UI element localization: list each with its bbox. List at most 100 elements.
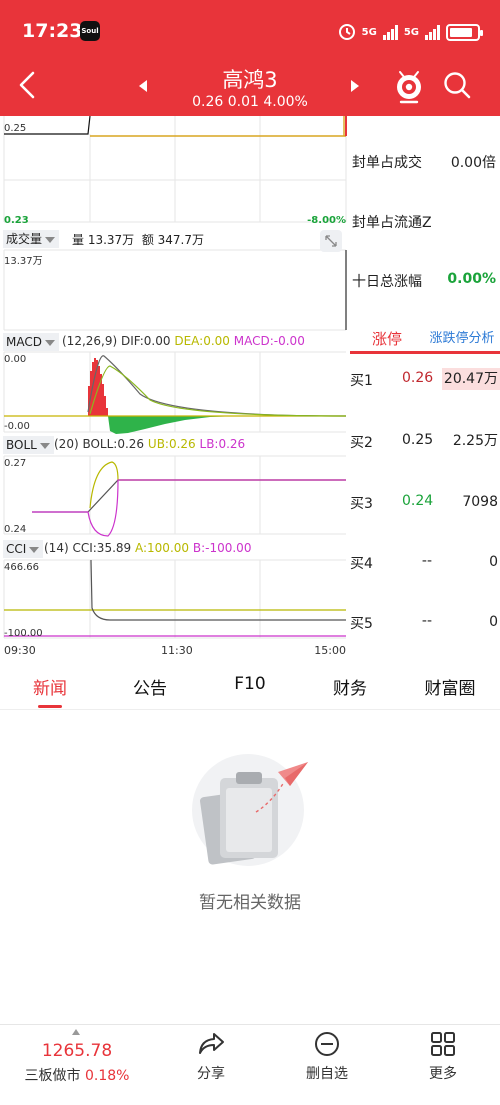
more-button[interactable]: 更多 — [398, 1031, 488, 1083]
cci-a: A:100.00 — [135, 541, 190, 555]
cci-values: (14) CCI:35.89 A:100.00 B:-100.00 — [44, 541, 251, 555]
tab-announcements[interactable]: 公告 — [100, 674, 200, 699]
next-stock-icon[interactable] — [348, 78, 362, 94]
boll-value: BOLL:0.26 — [82, 437, 145, 451]
macd-indicator-selector[interactable]: MACD — [3, 333, 59, 351]
share-icon — [199, 1033, 224, 1054]
cci-indicator-selector[interactable]: CCI — [3, 540, 44, 558]
bid-row[interactable]: 买1 0.26 20.47万 — [350, 368, 500, 390]
price-panel — [3, 116, 347, 223]
seal-vs-volume-row: 封单占成交 0.00倍 — [352, 152, 496, 172]
bid-label: 买3 — [350, 496, 373, 512]
bid-price: 0.25 — [402, 432, 434, 448]
bid-volume: 0 — [489, 614, 498, 630]
cci-b: B:-100.00 — [192, 541, 252, 555]
boll-panel — [3, 455, 346, 535]
robot-assistant-icon[interactable] — [392, 68, 426, 104]
seal-vs-float-row: 封单占流通Z — [352, 212, 496, 232]
bid-price: 0.26 — [402, 370, 434, 386]
stock-quote: 0.26 0.01 4.00% — [192, 94, 308, 110]
more-label: 更多 — [429, 1066, 457, 1082]
bid-row[interactable]: 买2 0.25 2.25万 — [350, 430, 500, 452]
price-y-bottom: 0.23 — [4, 215, 29, 226]
bid-row[interactable]: 买4 -- 0 — [350, 551, 500, 573]
tab-wealth-circle[interactable]: 财富圈 — [400, 674, 500, 699]
bid-row[interactable]: 买3 0.24 7098 — [350, 491, 500, 513]
stock-title: 高鸿3 — [222, 68, 278, 92]
bid-price: 0.24 — [402, 493, 434, 509]
dea-line — [89, 365, 347, 417]
cci-y-bottom: -100.00 — [4, 628, 43, 639]
dropdown-icon — [45, 236, 56, 243]
bid-volume: 2.25万 — [452, 433, 498, 449]
macd-dea: DEA:0.00 — [174, 334, 230, 348]
cci-line — [90, 559, 346, 621]
tab-f10[interactable]: F10 — [200, 674, 300, 694]
volume-y-top: 13.37万 — [4, 256, 43, 267]
cci-value: CCI:35.89 — [72, 541, 132, 555]
soul-app-icon: Soul — [80, 21, 100, 41]
price-y-top: 0.25 — [4, 123, 27, 134]
ten-day-gain-row: 十日总涨幅 0.00% — [352, 271, 496, 291]
macd-y-bottom: -0.00 — [4, 421, 30, 432]
status-time: 17:23 — [22, 20, 83, 42]
volume-amount: 额 347.7万 — [141, 233, 204, 247]
network-5g-label: 5G — [361, 26, 377, 38]
volume-indicator-selector[interactable]: 成交量 — [3, 230, 60, 248]
cci-params: (14) — [44, 541, 69, 555]
time-tick-mid: 11:30 — [161, 644, 193, 657]
boll-ub-line — [89, 461, 346, 509]
top-header: 17:23 Soul 5G 5G 高鸿3 0.26 0.01 4.00% — [0, 0, 500, 116]
boll-ub: UB:0.26 — [147, 437, 196, 451]
bid-label: 买4 — [350, 556, 373, 572]
remove-circle-icon — [315, 1032, 339, 1056]
boll-name: BOLL — [6, 438, 37, 452]
macd-params: (12,26,9) — [62, 334, 118, 348]
seal-vs-volume-label: 封单占成交 — [352, 155, 422, 171]
boll-values: (20) BOLL:0.26 UB:0.26 LB:0.26 — [54, 437, 245, 451]
index-expand-arrow-icon[interactable] — [72, 1029, 80, 1035]
alarm-icon — [338, 24, 355, 40]
volume-values: 量 13.37万 额 347.7万 — [72, 231, 204, 248]
bid-volume: 7098 — [462, 494, 498, 510]
content-tabs: 新闻 公告 F10 财务 财富圈 — [0, 664, 500, 710]
boll-lb: LB:0.26 — [199, 437, 246, 451]
index-info[interactable]: 三板做市 0.18% — [0, 1065, 154, 1085]
time-tick-open: 09:30 — [4, 644, 36, 657]
macd-green-histogram — [108, 416, 240, 434]
index-value[interactable]: 1265.78 — [0, 1041, 154, 1061]
bid-label: 买2 — [350, 435, 373, 451]
status-icons: 5G 5G — [338, 20, 483, 44]
search-icon[interactable] — [442, 70, 472, 100]
tab-finance[interactable]: 财务 — [300, 674, 400, 699]
tab-news[interactable]: 新闻 — [0, 674, 100, 699]
share-button[interactable]: 分享 — [166, 1031, 256, 1083]
dif-line — [87, 355, 347, 417]
macd-name: MACD — [6, 335, 42, 349]
signal-icon-2 — [425, 24, 440, 40]
chart-canvas — [3, 116, 347, 639]
boll-indicator-selector[interactable]: BOLL — [3, 436, 54, 454]
bid-row[interactable]: 买5 -- 0 — [350, 611, 500, 633]
cci-panel — [3, 559, 346, 639]
signal-icon — [382, 24, 398, 40]
boll-y-bottom: 0.24 — [4, 524, 27, 535]
battery-icon — [446, 23, 483, 41]
tab-limit-analysis[interactable]: 涨跌停分析 — [424, 328, 500, 354]
bid-price: -- — [421, 613, 432, 629]
intraday-chart-area[interactable]: 0.25 0.23 -8.00% 成交量 量 13.37万 额 347.7万 1… — [0, 116, 348, 660]
bid-volume: 20.47万 — [441, 368, 500, 390]
tab-limit-up[interactable]: 涨停 — [350, 328, 424, 354]
macd-y-top: 0.00 — [4, 354, 27, 365]
prev-stock-icon[interactable] — [136, 78, 150, 94]
bottom-bar: 1265.78 三板做市 0.18% 分享 删自选 更多 — [0, 1024, 500, 1105]
back-chevron-icon[interactable] — [14, 70, 42, 100]
index-name: 三板做市 — [24, 1068, 81, 1084]
ten-day-gain-value: 0.00% — [447, 271, 496, 287]
empty-state-text: 暂无相关数据 — [199, 893, 301, 913]
expand-icon[interactable] — [320, 230, 342, 252]
dropdown-icon — [29, 546, 40, 553]
volume-panel — [3, 249, 346, 331]
boll-y-top: 0.27 — [4, 458, 27, 469]
remove-watchlist-button[interactable]: 删自选 — [282, 1031, 372, 1083]
